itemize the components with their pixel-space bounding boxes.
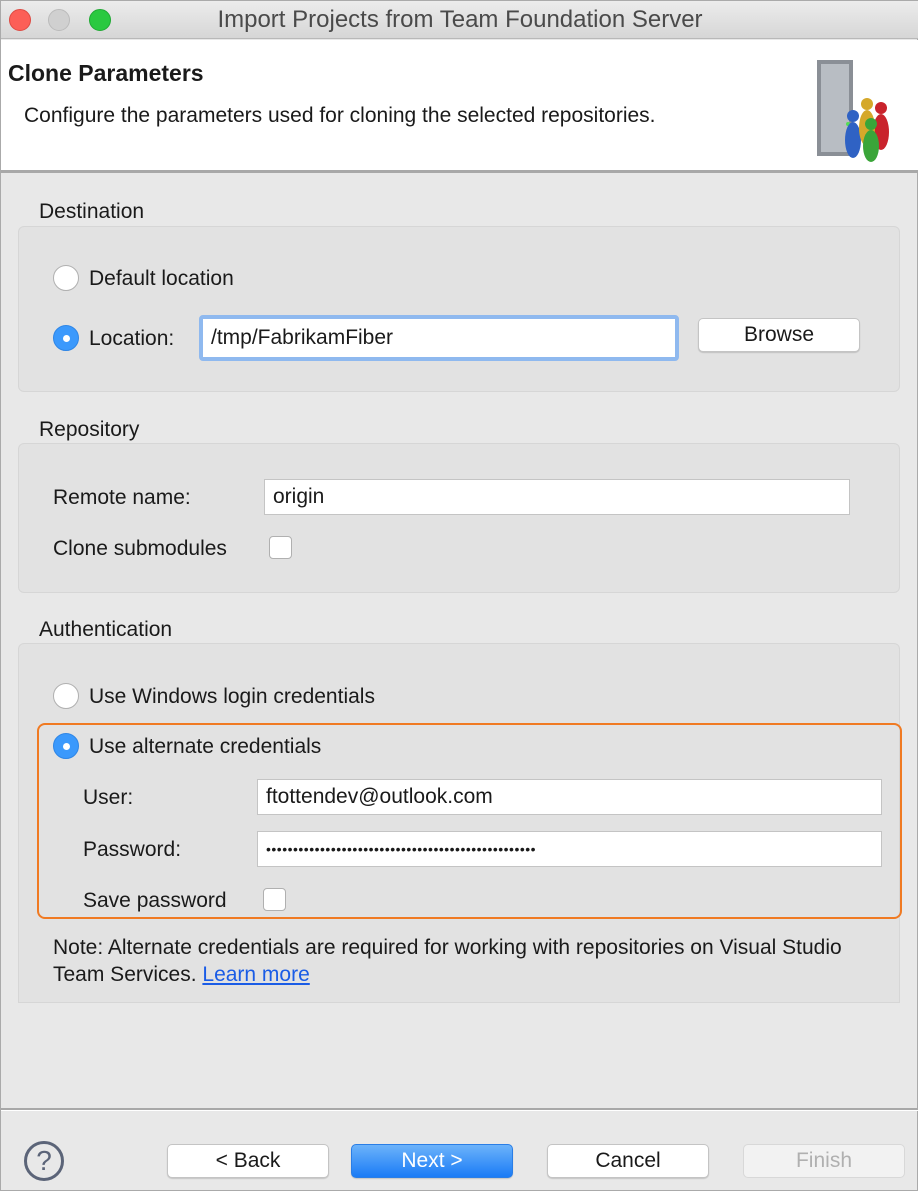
page-title: Clone Parameters <box>8 60 204 86</box>
title-bar: Import Projects from Team Foundation Ser… <box>1 1 918 39</box>
windows-credentials-radio[interactable] <box>53 683 79 709</box>
save-password-label: Save password <box>83 889 227 912</box>
user-input[interactable]: ftottendev@outlook.com <box>257 779 882 815</box>
alternate-credentials-label: Use alternate credentials <box>89 735 322 758</box>
save-password-checkbox[interactable] <box>263 888 286 911</box>
location-label: Location: <box>89 327 175 350</box>
authentication-group: Use Windows login credentials Use altern… <box>18 643 902 1003</box>
user-label: User: <box>83 786 134 809</box>
windows-credentials-label: Use Windows login credentials <box>89 685 375 708</box>
back-button[interactable]: < Back <box>167 1144 329 1178</box>
remote-name-label: Remote name: <box>53 486 191 509</box>
note-body: Note: Alternate credentials are required… <box>53 936 842 986</box>
clone-submodules-checkbox[interactable] <box>269 536 292 559</box>
authentication-legend: Authentication <box>39 618 173 641</box>
default-location-label: Default location <box>89 267 234 290</box>
finish-button[interactable]: Finish <box>743 1144 905 1178</box>
help-icon[interactable]: ? <box>24 1141 64 1181</box>
next-button[interactable]: Next > <box>351 1144 513 1178</box>
cancel-button[interactable]: Cancel <box>547 1144 709 1178</box>
page-description: Configure the parameters used for clonin… <box>24 104 656 127</box>
wizard-header: Clone Parameters Configure the parameter… <box>1 40 918 173</box>
repository-legend: Repository <box>39 418 140 441</box>
destination-group: Default location Location: /tmp/Fabrikam… <box>18 226 900 392</box>
default-location-radio[interactable] <box>53 265 79 291</box>
window-title: Import Projects from Team Foundation Ser… <box>217 6 703 33</box>
alternate-credentials-radio[interactable] <box>53 733 79 759</box>
remote-name-input[interactable]: origin <box>264 479 850 515</box>
password-input[interactable]: ••••••••••••••••••••••••••••••••••••••••… <box>257 831 882 867</box>
location-radio[interactable] <box>53 325 79 351</box>
destination-legend: Destination <box>39 200 145 223</box>
repository-group: Remote name: origin Clone submodules <box>18 443 900 593</box>
password-label: Password: <box>83 838 182 861</box>
footer-divider <box>1 1108 918 1111</box>
server-users-icon <box>811 54 911 164</box>
note-text: Note: Alternate credentials are required… <box>53 934 883 988</box>
clone-submodules-label: Clone submodules <box>53 537 227 560</box>
learn-more-link[interactable]: Learn more <box>202 963 309 986</box>
browse-button[interactable]: Browse <box>698 318 860 352</box>
location-input[interactable]: /tmp/FabrikamFiber <box>199 315 679 361</box>
